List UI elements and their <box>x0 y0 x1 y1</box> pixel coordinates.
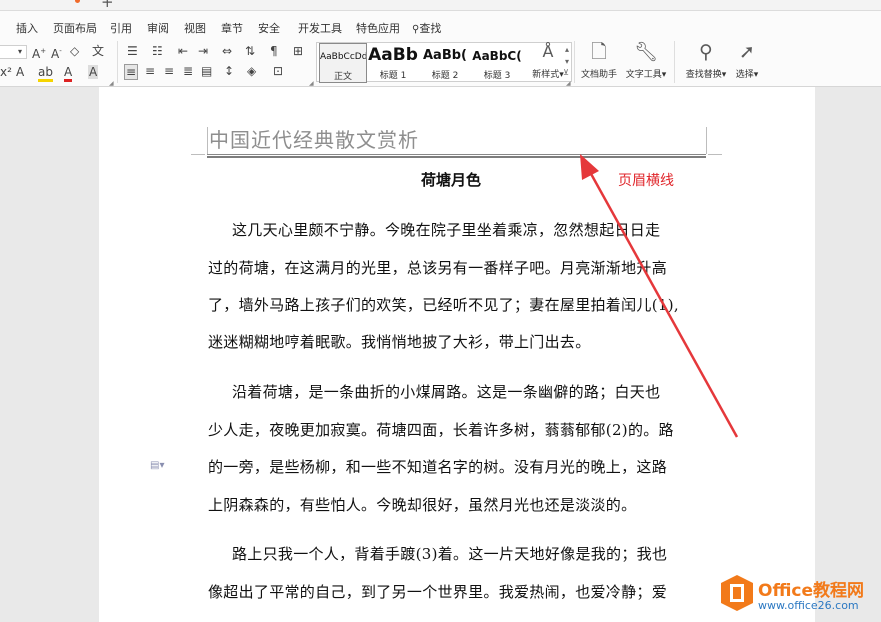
site-watermark: Office教程网 www.office26.com <box>716 572 881 622</box>
annotation-arrow <box>580 154 739 438</box>
annotation-arrow-head <box>580 154 599 180</box>
watermark-brand: Office教程网 <box>758 581 865 601</box>
annotation-arrow-shaft <box>588 171 739 438</box>
annotation-label: 页眉横线 <box>618 173 674 189</box>
watermark-url: www.office26.com <box>758 599 859 612</box>
office-logo-icon <box>721 575 753 611</box>
